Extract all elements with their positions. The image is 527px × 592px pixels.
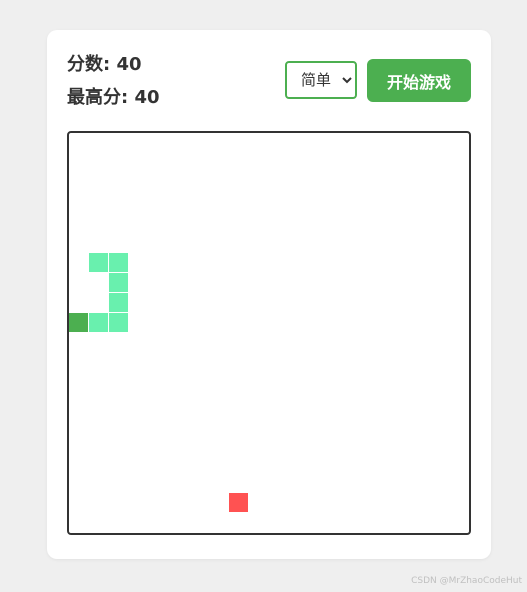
snake-body-segment [109,313,128,332]
game-card: 分数: 40 最高分: 40 简单 开始游戏 [47,30,491,559]
snake-body-segment [89,253,108,272]
snake-head [69,313,88,332]
game-board [67,131,471,535]
score-panel: 分数: 40 最高分: 40 [67,54,160,120]
snake-body-segment [109,293,128,312]
snake-body-segment [89,313,108,332]
start-game-button[interactable]: 开始游戏 [367,59,471,102]
difficulty-select[interactable]: 简单 [285,61,357,99]
snake-body-segment [109,273,128,292]
current-score: 分数: 40 [67,54,142,75]
high-score: 最高分: 40 [67,87,160,108]
food-item [229,493,248,512]
snake-body-segment [109,253,128,272]
watermark: CSDN @MrZhaoCodeHut [411,576,522,586]
